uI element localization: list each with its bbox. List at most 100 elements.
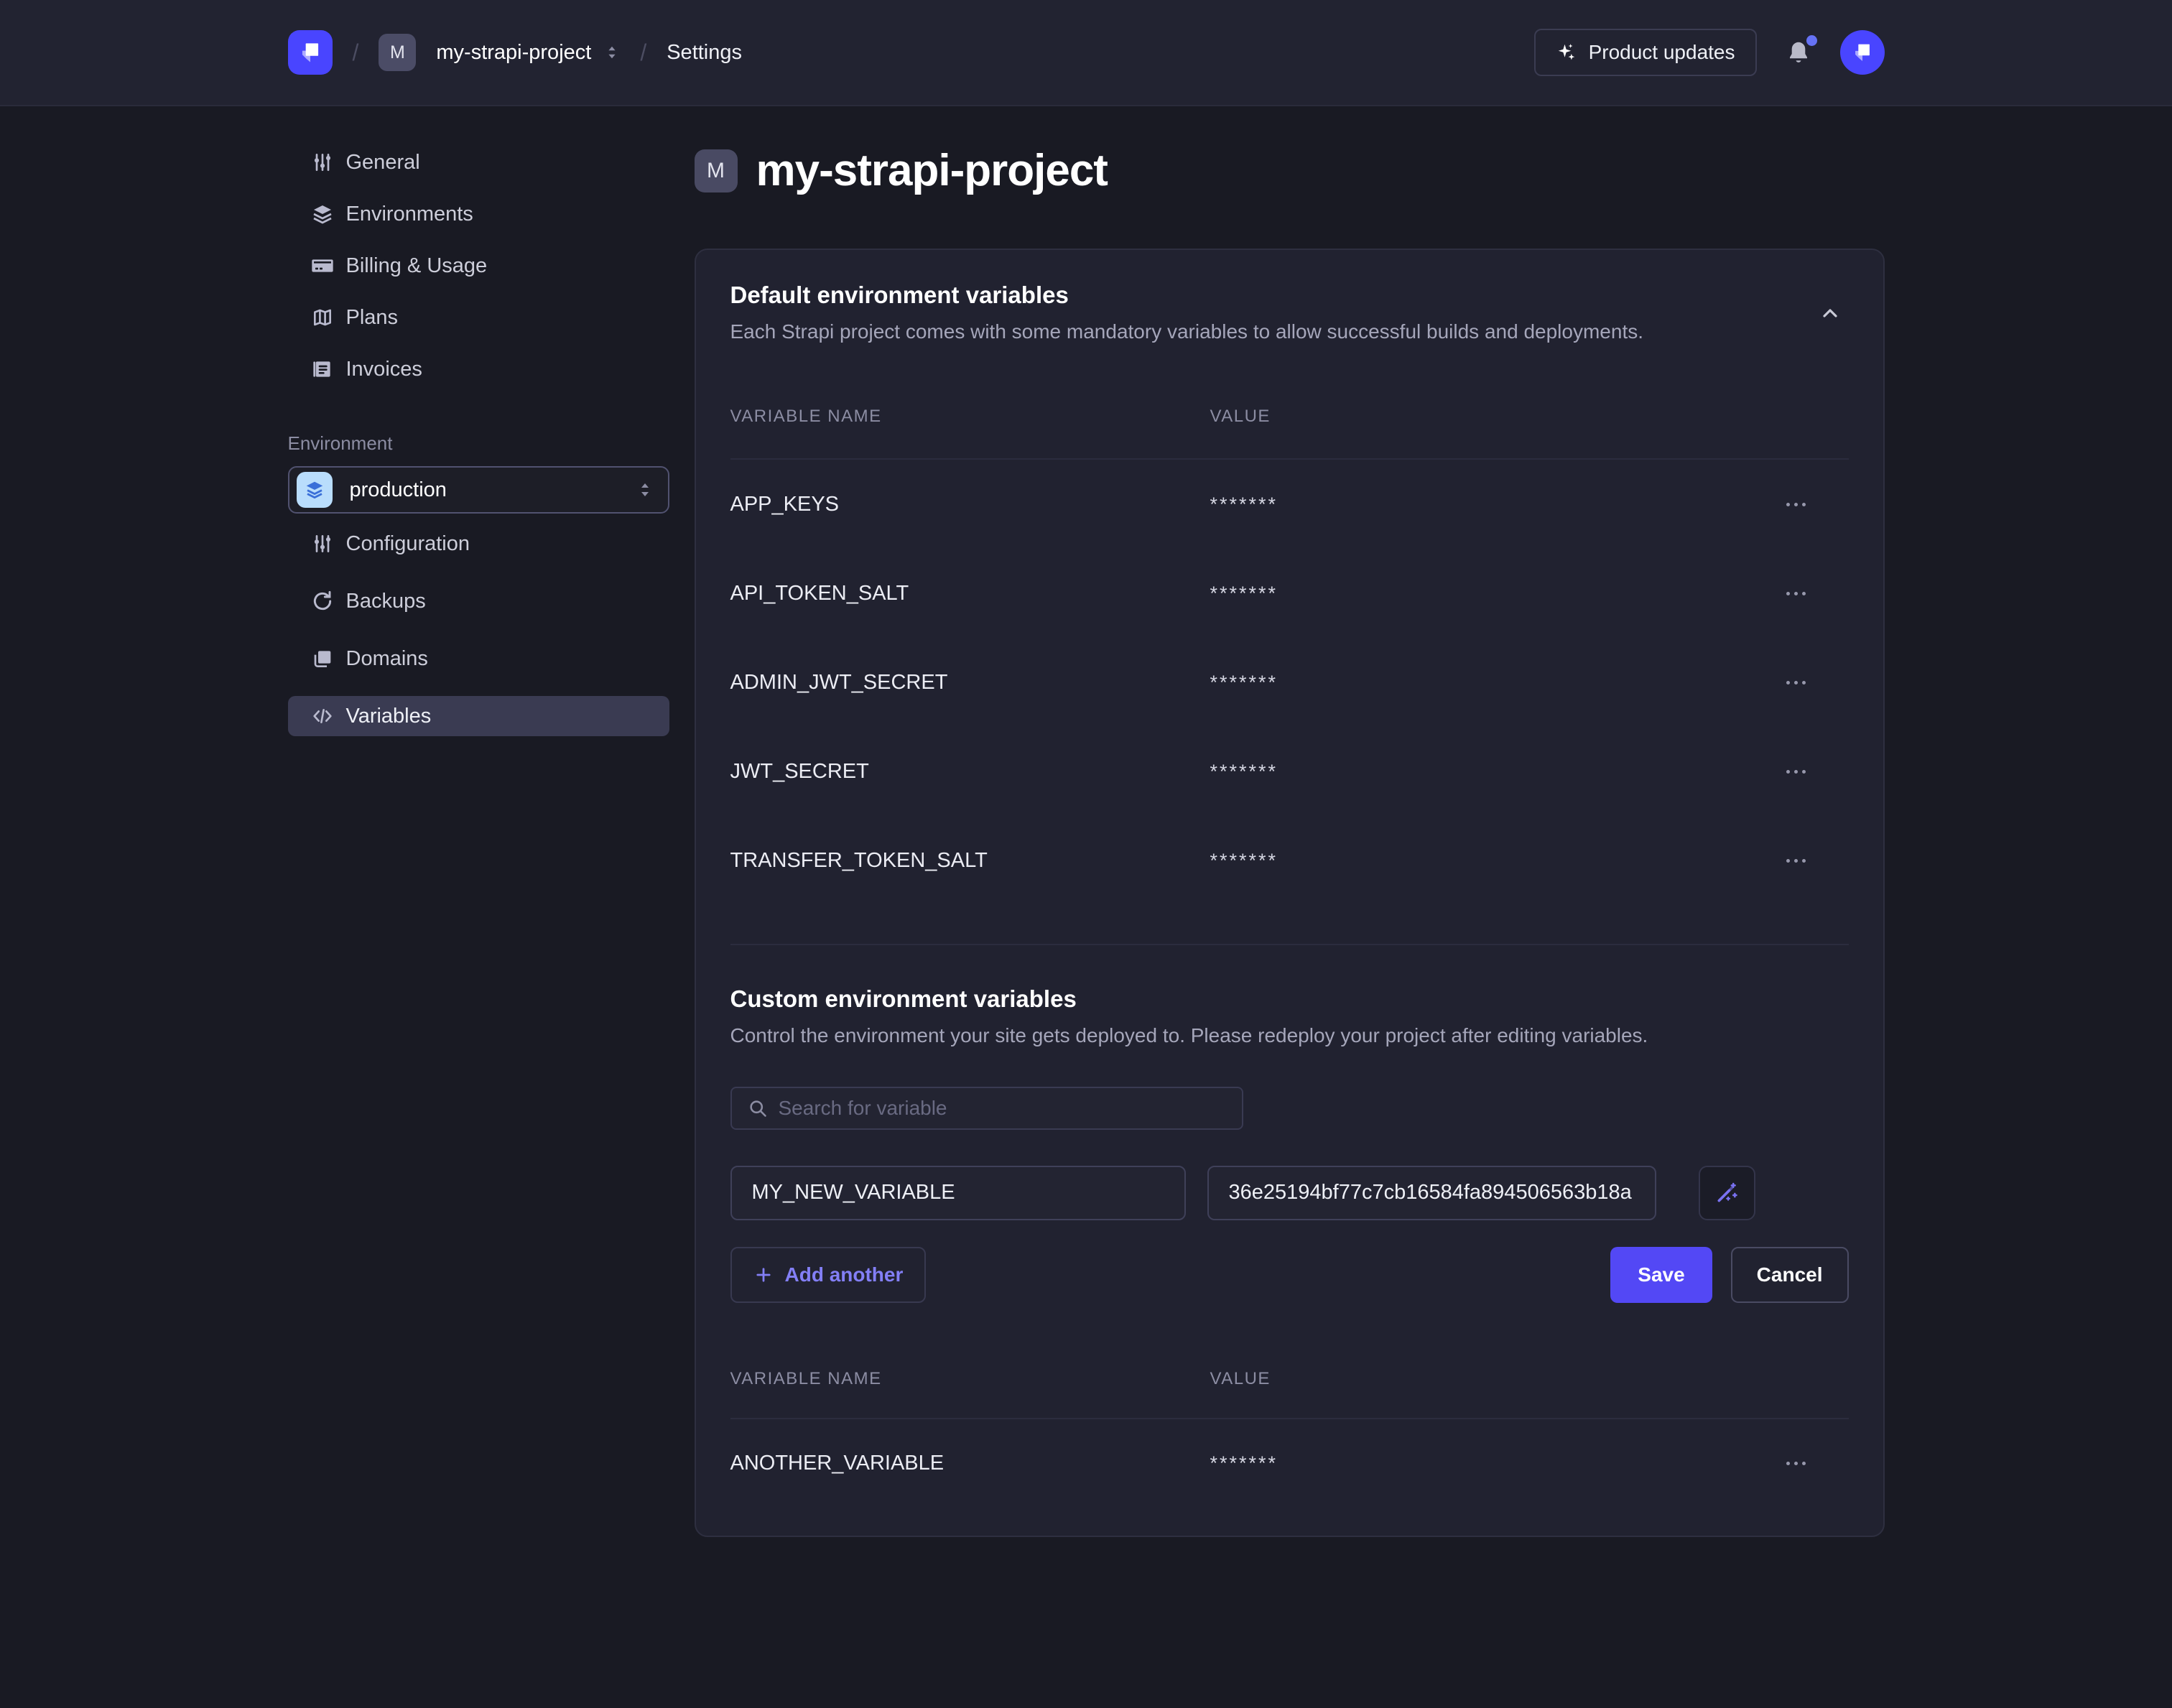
code-icon (311, 705, 334, 728)
variable-name: JWT_SECRET (730, 760, 1210, 784)
variable-value: ******* (1210, 1452, 1783, 1475)
add-another-button[interactable]: Add another (730, 1247, 927, 1303)
row-actions-button[interactable] (1783, 849, 1809, 873)
variable-name-input[interactable] (730, 1166, 1186, 1220)
sidebar-item-label: Backups (346, 590, 426, 613)
sidebar-item-label: General (346, 151, 420, 175)
user-avatar[interactable] (1840, 30, 1885, 75)
variable-value: ******* (1210, 761, 1783, 783)
new-variable-form (730, 1166, 1849, 1220)
sidebar-item-invoices[interactable]: Invoices (288, 349, 669, 389)
column-header-value: VALUE (1210, 1369, 1849, 1389)
table-row: API_TOKEN_SALT ******* (730, 549, 1849, 638)
variable-value: ******* (1210, 672, 1783, 694)
variable-value: ******* (1210, 583, 1783, 605)
sliders-icon (311, 532, 334, 555)
sparkles-icon (1556, 42, 1577, 63)
custom-variables-header: Custom environment variables Control the… (730, 985, 1849, 1049)
table-row: APP_KEYS ******* (730, 460, 1849, 549)
sidebar-item-label: Configuration (346, 532, 470, 556)
stack-icon (311, 647, 334, 670)
add-another-label: Add another (785, 1263, 904, 1286)
column-header-value: VALUE (1210, 407, 1849, 427)
page-header: M my-strapi-project (695, 145, 1885, 196)
variable-name: TRANSFER_TOKEN_SALT (730, 849, 1210, 873)
product-updates-label: Product updates (1589, 41, 1735, 64)
invoice-icon (311, 358, 334, 381)
column-header-variable-name: VARIABLE NAME (730, 407, 1210, 427)
variable-value: ******* (1210, 493, 1783, 516)
custom-variables-table: ANOTHER_VARIABLE ******* (730, 1419, 1849, 1508)
default-variables-table-header: VARIABLE NAME VALUE (730, 407, 1849, 458)
default-variables-header: Default environment variables Each Strap… (730, 282, 1849, 345)
search-icon (748, 1098, 768, 1118)
breadcrumb: / M my-strapi-project / Settings (288, 30, 743, 75)
variable-value: ******* (1210, 850, 1783, 872)
custom-variables-table-header: VARIABLE NAME VALUE (730, 1369, 1849, 1418)
project-nav: General Environments Billing & Usage (288, 142, 669, 389)
variables-card: Default environment variables Each Strap… (695, 249, 1885, 1537)
notifications-button[interactable] (1781, 35, 1816, 70)
table-row: ANOTHER_VARIABLE ******* (730, 1419, 1849, 1508)
environment-icon (297, 472, 333, 508)
row-actions-button[interactable] (1783, 671, 1809, 695)
breadcrumb-current-section: Settings (667, 41, 742, 65)
search-input[interactable] (779, 1097, 1226, 1120)
sidebar-item-label: Invoices (346, 358, 422, 381)
sort-arrows-icon (604, 45, 620, 60)
avatar-logo-icon (1850, 40, 1875, 65)
row-actions-button[interactable] (1783, 760, 1809, 784)
variable-search (730, 1087, 1243, 1130)
variable-value-input[interactable] (1207, 1166, 1656, 1220)
project-avatar: M (379, 34, 416, 71)
product-updates-button[interactable]: Product updates (1534, 29, 1757, 76)
table-row: TRANSFER_TOKEN_SALT ******* (730, 816, 1849, 905)
generate-value-button[interactable] (1699, 1166, 1755, 1220)
refresh-icon (311, 590, 334, 613)
default-variables-table: APP_KEYS ******* API_TOKEN_SALT ******* … (730, 460, 1849, 905)
sidebar-item-variables[interactable]: Variables (288, 696, 669, 736)
sidebar-item-label: Environments (346, 203, 473, 226)
notification-dot (1806, 35, 1817, 46)
variable-name: ANOTHER_VARIABLE (730, 1452, 1210, 1475)
strapi-logo-icon (297, 39, 324, 66)
table-row: ADMIN_JWT_SECRET ******* (730, 638, 1849, 727)
cancel-button[interactable]: Cancel (1731, 1247, 1849, 1303)
row-actions-button[interactable] (1783, 1452, 1809, 1475)
strapi-logo[interactable] (288, 30, 333, 75)
default-variables-title: Default environment variables (730, 282, 1644, 309)
custom-variables-description: Control the environment your site gets d… (730, 1023, 1849, 1049)
magic-wand-icon (1714, 1181, 1739, 1205)
sliders-icon (311, 151, 334, 174)
project-switcher[interactable]: my-strapi-project (436, 41, 620, 65)
sort-arrows-icon (636, 481, 654, 498)
project-avatar: M (695, 149, 738, 192)
layers-icon (311, 203, 334, 226)
divider (730, 944, 1849, 945)
variable-name: APP_KEYS (730, 493, 1210, 516)
form-actions: Add another Save Cancel (730, 1247, 1849, 1303)
page-title: my-strapi-project (756, 145, 1108, 196)
environment-select[interactable]: production (288, 466, 669, 514)
environment-select-value: production (350, 478, 619, 502)
collapse-section-button[interactable] (1811, 294, 1849, 332)
variable-name: API_TOKEN_SALT (730, 582, 1210, 605)
sidebar-item-label: Domains (346, 647, 428, 671)
sidebar-item-plans[interactable]: Plans (288, 297, 669, 338)
row-actions-button[interactable] (1783, 582, 1809, 605)
environment-nav: Configuration Backups Domains (288, 524, 669, 736)
variable-name: ADMIN_JWT_SECRET (730, 671, 1210, 695)
save-button[interactable]: Save (1610, 1247, 1712, 1303)
sidebar-item-environments[interactable]: Environments (288, 194, 669, 234)
chevron-up-icon (1819, 302, 1842, 325)
sidebar-item-billing-usage[interactable]: Billing & Usage (288, 246, 669, 286)
sidebar-item-backups[interactable]: Backups (288, 581, 669, 621)
sidebar-item-general[interactable]: General (288, 142, 669, 182)
breadcrumb-separator: / (353, 40, 359, 66)
table-row: JWT_SECRET ******* (730, 727, 1849, 816)
custom-variables-title: Custom environment variables (730, 985, 1849, 1013)
sidebar-item-configuration[interactable]: Configuration (288, 524, 669, 564)
sidebar-item-domains[interactable]: Domains (288, 639, 669, 679)
credit-card-icon (311, 254, 334, 277)
row-actions-button[interactable] (1783, 493, 1809, 516)
